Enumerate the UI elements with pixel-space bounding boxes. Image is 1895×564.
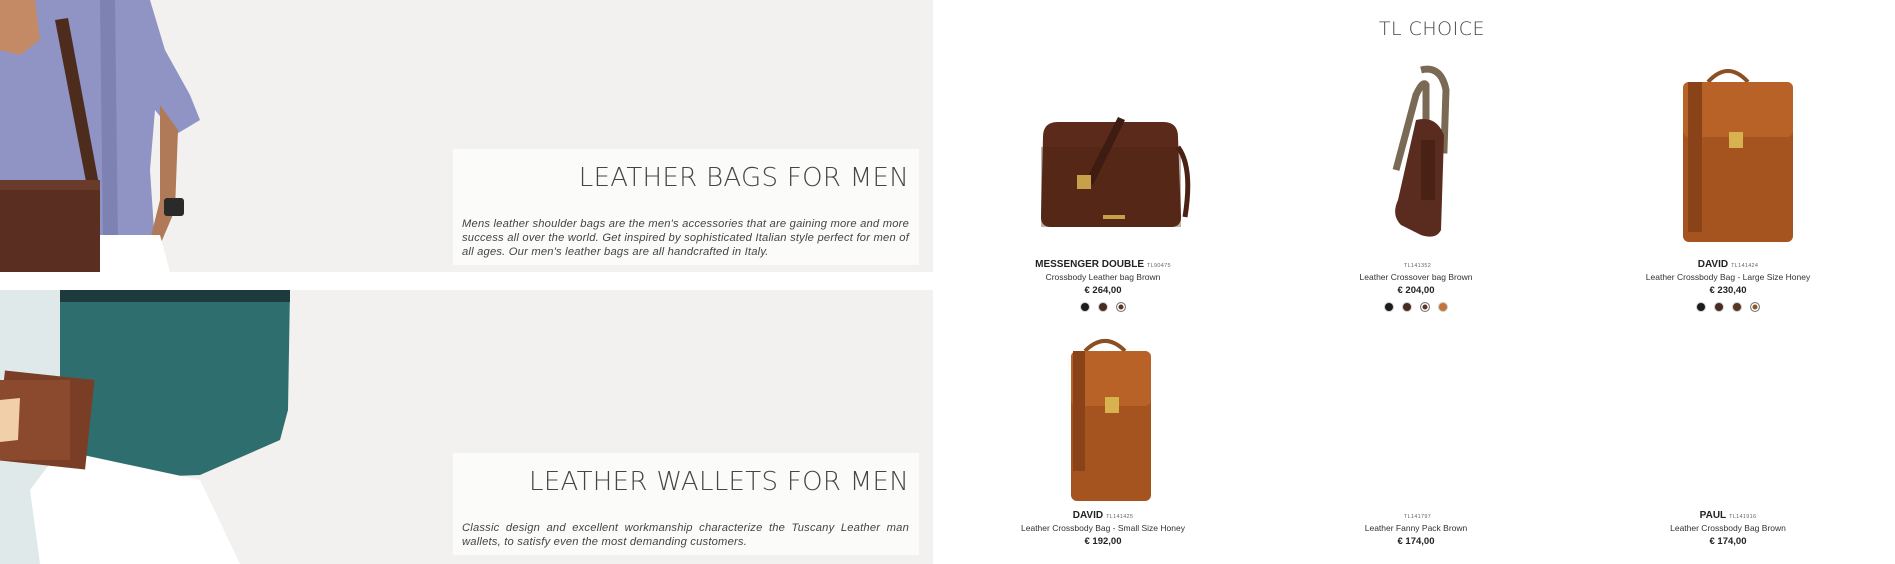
- banner-leather-bags[interactable]: LEATHER BAGS FOR MEN Mens leather should…: [0, 0, 933, 272]
- color-swatches: [1286, 302, 1546, 312]
- product-code: TL141916: [1729, 514, 1757, 520]
- color-swatch[interactable]: [1750, 302, 1760, 312]
- product-code: TL141352: [1403, 263, 1432, 269]
- product-image[interactable]: [1638, 60, 1818, 257]
- color-swatch[interactable]: [1714, 302, 1724, 312]
- product-card[interactable]: TL141797 Leather Fanny Pack Brown € 174,…: [1286, 333, 1546, 547]
- man-with-wallet-image: [0, 290, 300, 564]
- product-desc: Leather Crossbody Bag Brown: [1670, 523, 1786, 533]
- color-swatch[interactable]: [1080, 302, 1090, 312]
- product-image[interactable]: [1638, 333, 1818, 508]
- color-swatch[interactable]: [1402, 302, 1412, 312]
- product-desc: Crossbody Leather bag Brown: [1045, 272, 1161, 282]
- page: LEATHER BAGS FOR MEN Mens leather should…: [0, 0, 1895, 564]
- product-name: MESSENGER DOUBLE: [1035, 259, 1145, 270]
- color-swatch[interactable]: [1098, 302, 1108, 312]
- color-swatch[interactable]: [1732, 302, 1742, 312]
- color-swatches: [1598, 302, 1858, 312]
- product-price: € 204,00: [1397, 285, 1435, 296]
- product-desc: Leather Fanny Pack Brown: [1364, 523, 1468, 533]
- product-name: PAUL: [1699, 510, 1727, 521]
- product-card[interactable]: PAUL TL141916 Leather Crossbody Bag Brown…: [1598, 333, 1858, 547]
- product-desc: Leather Crossbody Bag - Large Size Honey: [1645, 272, 1811, 282]
- product-desc: Leather Crossbody Bag - Small Size Honey: [1021, 523, 1185, 533]
- product-price: € 174,00: [1709, 536, 1747, 547]
- product-image[interactable]: [1326, 333, 1506, 508]
- product-card[interactable]: DAVID TL141424 Leather Crossbody Bag - La…: [1598, 60, 1858, 312]
- product-price: € 192,00: [1084, 536, 1122, 547]
- banner-caption: LEATHER BAGS FOR MEN Mens leather should…: [453, 149, 919, 265]
- product-price: € 264,00: [1084, 285, 1122, 296]
- banner-leather-wallets[interactable]: LEATHER WALLETS FOR MEN Classic design a…: [0, 290, 933, 564]
- product-image[interactable]: [1326, 60, 1506, 257]
- product-card[interactable]: MESSENGER DOUBLE TL90475 Crossbody Leathe…: [973, 87, 1233, 312]
- product-card[interactable]: DAVID TL141425 Leather Crossbody Bag - Sm…: [973, 333, 1233, 547]
- product-image[interactable]: [1013, 87, 1193, 257]
- color-swatches: [973, 302, 1233, 312]
- product-code: TL141797: [1403, 514, 1432, 520]
- banner-title[interactable]: LEATHER BAGS FOR MEN: [462, 163, 909, 193]
- man-with-shoulder-bag-image: [0, 0, 240, 272]
- product-code: TL141424: [1731, 263, 1759, 269]
- banner-text: Classic design and excellent workmanship…: [462, 522, 909, 548]
- banner-title[interactable]: LEATHER WALLETS FOR MEN: [462, 467, 909, 497]
- product-price: € 174,00: [1397, 536, 1435, 547]
- color-swatch[interactable]: [1696, 302, 1706, 312]
- tl-choice-section: TL CHOICE MESSENGER DOUBLE TL90475 Crossb…: [933, 0, 1895, 564]
- product-desc: Leather Crossover bag Brown: [1359, 272, 1473, 282]
- banner-caption: LEATHER WALLETS FOR MEN Classic design a…: [453, 453, 919, 555]
- product-card[interactable]: TL141352 Leather Crossover bag Brown € 2…: [1286, 60, 1546, 312]
- product-image[interactable]: [1013, 333, 1193, 508]
- product-price: € 230,40: [1709, 285, 1747, 296]
- color-swatch[interactable]: [1384, 302, 1394, 312]
- product-code: TL141425: [1106, 514, 1134, 520]
- banner-text: Mens leather shoulder bags are the men's…: [462, 218, 909, 258]
- color-swatch[interactable]: [1438, 302, 1448, 312]
- product-name: DAVID: [1697, 259, 1729, 270]
- section-title: TL CHOICE: [1378, 18, 1485, 40]
- product-code: TL90475: [1147, 263, 1171, 269]
- product-name: DAVID: [1072, 510, 1104, 521]
- color-swatch[interactable]: [1116, 302, 1126, 312]
- color-swatch[interactable]: [1420, 302, 1430, 312]
